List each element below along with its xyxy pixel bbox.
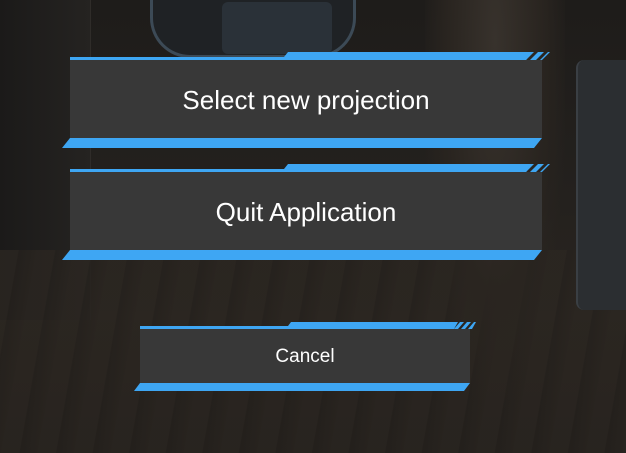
select-new-projection-button[interactable]: Select new projection	[62, 49, 550, 149]
button-label: Select new projection	[182, 85, 430, 115]
detector-device	[576, 60, 626, 310]
machine-control-panel	[222, 2, 332, 54]
button-label: Quit Application	[215, 197, 397, 227]
cancel-button[interactable]: Cancel	[134, 321, 476, 392]
button-label: Cancel	[275, 346, 335, 367]
quit-application-button[interactable]: Quit Application	[62, 161, 550, 261]
